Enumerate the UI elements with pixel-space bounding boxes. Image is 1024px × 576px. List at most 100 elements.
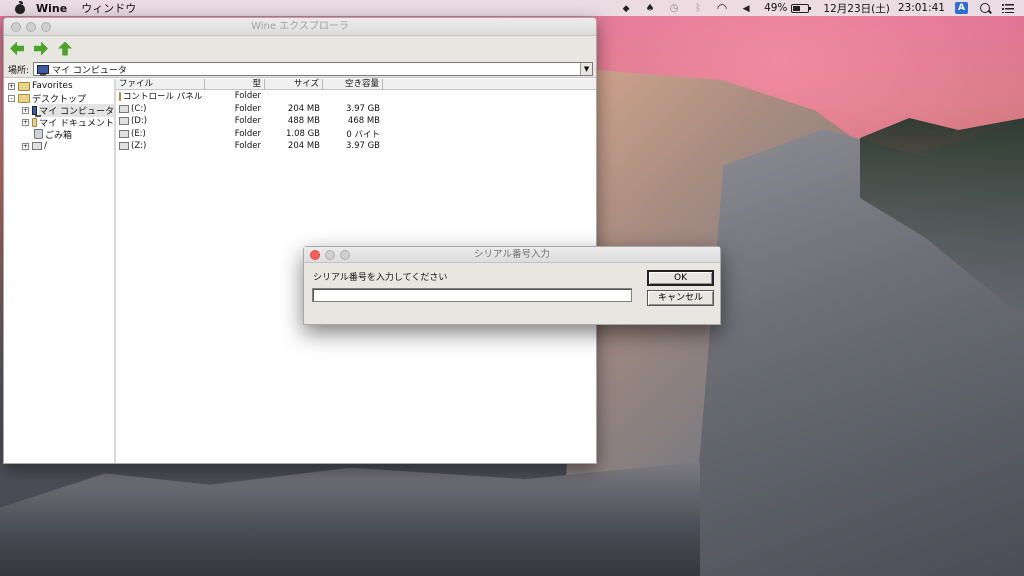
close-button[interactable]: [310, 250, 320, 260]
row-type: Folder: [234, 103, 261, 114]
list-header: ファイル 型 サイズ 空き容量: [116, 79, 596, 90]
trash-icon: [34, 129, 43, 139]
drive-icon: [32, 142, 42, 150]
expand-icon[interactable]: +: [22, 118, 29, 126]
tree-item-trash[interactable]: ごみ箱: [4, 128, 114, 141]
up-arrow-icon[interactable]: [58, 42, 72, 56]
list-row-drive-c[interactable]: (C:) Folder 204 MB 3.97 GB: [116, 103, 596, 116]
expand-icon[interactable]: +: [22, 142, 29, 150]
back-arrow-icon[interactable]: [10, 42, 24, 56]
tree-item-favorites[interactable]: + Favorites: [4, 80, 114, 92]
row-size: 204 MB: [287, 141, 320, 152]
list-cell-name: (C:): [116, 104, 205, 114]
volume-icon[interactable]: [740, 3, 752, 14]
folder-icon: [18, 93, 30, 103]
explorer-title: Wine エクスプローラ: [251, 21, 349, 32]
chevron-down-icon[interactable]: ▼: [580, 63, 593, 75]
minimize-button[interactable]: [325, 250, 335, 260]
time-machine-icon[interactable]: [668, 3, 680, 14]
minimize-button[interactable]: [26, 22, 36, 32]
explorer-titlebar[interactable]: Wine エクスプローラ: [4, 18, 596, 36]
list-cell-name: (D:): [116, 116, 205, 126]
menu-app-name[interactable]: Wine: [36, 2, 67, 15]
apple-menu-icon[interactable]: [14, 1, 26, 14]
notification-center-icon[interactable]: [1002, 3, 1014, 13]
foreground-rocks-shape: [0, 462, 700, 576]
address-combobox[interactable]: マイ コンピュータ ▼: [33, 62, 594, 76]
dialog-title: シリアル番号入力: [474, 249, 550, 260]
row-free: 3.97 GB: [345, 141, 380, 152]
cancel-button[interactable]: キャンセル: [647, 290, 714, 306]
folder-icon: [119, 91, 121, 101]
dialog-titlebar[interactable]: シリアル番号入力: [304, 247, 720, 263]
column-header-type[interactable]: 型: [205, 79, 265, 90]
expand-icon[interactable]: +: [22, 106, 29, 114]
menu-window[interactable]: ウィンドウ: [81, 0, 136, 16]
explorer-toolbar: [4, 36, 596, 61]
dialog-window-controls: [310, 250, 355, 260]
row-type: Folder: [234, 141, 261, 152]
row-free: 3.97 GB: [345, 103, 380, 114]
row-type: Folder: [234, 116, 261, 127]
computer-icon: [37, 64, 50, 76]
battery-percent[interactable]: 49%: [764, 2, 787, 14]
row-size: 1.08 GB: [285, 128, 320, 139]
wifi-icon[interactable]: [716, 3, 728, 14]
menu-clock[interactable]: 23:01:41: [898, 2, 945, 14]
spotlight-search-icon[interactable]: [980, 3, 990, 13]
list-cell-name: (E:): [116, 129, 205, 139]
column-header-free[interactable]: 空き容量: [323, 79, 383, 90]
tree-item-my-documents[interactable]: + マイ ドキュメント: [4, 116, 114, 129]
address-value: マイ コンピュータ: [52, 65, 127, 76]
row-size: 204 MB: [287, 103, 320, 114]
column-header-size[interactable]: サイズ: [265, 79, 323, 90]
drive-icon: [119, 129, 129, 138]
drive-icon: [119, 117, 129, 126]
input-method-icon[interactable]: A: [955, 2, 968, 14]
computer-icon: [32, 105, 42, 117]
tree-item-label: /: [44, 141, 48, 151]
folder-tree: + Favorites - デスクトップ + マイ コンピュータ + マイ ドキ…: [4, 79, 116, 463]
wine-explorer-window: Wine エクスプローラ 場所: マイ コンピュータ ▼ + Favorites…: [3, 17, 597, 464]
row-name: (E:): [131, 128, 146, 139]
tree-item-label: Favorites: [32, 81, 73, 91]
menu-date[interactable]: 12月23日(土): [823, 1, 889, 16]
list-row-drive-e[interactable]: (E:) Folder 1.08 GB 0 バイト: [116, 128, 596, 141]
row-name: (D:): [131, 116, 148, 127]
list-cell-name: (Z:): [116, 141, 205, 151]
forward-arrow-icon[interactable]: [34, 42, 48, 56]
list-row-drive-z[interactable]: (Z:) Folder 204 MB 3.97 GB: [116, 140, 596, 153]
expand-icon[interactable]: +: [8, 82, 15, 90]
zoom-button[interactable]: [41, 22, 51, 32]
serial-number-dialog: シリアル番号入力 シリアル番号を入力してください OK キャンセル: [303, 246, 721, 325]
dropbox-icon[interactable]: [620, 3, 632, 14]
serial-number-input[interactable]: [312, 288, 632, 302]
row-type: Folder: [234, 128, 261, 139]
column-header-name[interactable]: ファイル: [116, 79, 205, 90]
window-controls: [11, 22, 56, 32]
drive-icon: [119, 104, 129, 113]
address-bar: 場所: マイ コンピュータ ▼: [4, 61, 596, 78]
tree-item-desktop[interactable]: - デスクトップ: [4, 92, 114, 105]
evernote-icon[interactable]: [644, 3, 656, 14]
battery-icon[interactable]: [791, 3, 812, 13]
row-free: 468 MB: [347, 116, 380, 127]
close-button[interactable]: [11, 22, 21, 32]
row-type: Folder: [234, 91, 261, 102]
row-free: 0 バイト: [346, 129, 380, 140]
list-row-control-panel[interactable]: コントロール パネル Folder: [116, 90, 596, 103]
tree-item-root[interactable]: + /: [4, 140, 114, 152]
collapse-icon[interactable]: -: [8, 94, 15, 102]
row-name: (C:): [131, 103, 147, 114]
tree-item-label: ごみ箱: [45, 130, 73, 141]
list-cell-name: コントロール パネル: [116, 90, 205, 102]
row-name: (Z:): [131, 141, 147, 152]
zoom-button[interactable]: [340, 250, 350, 260]
bluetooth-icon[interactable]: [692, 3, 704, 14]
list-row-drive-d[interactable]: (D:) Folder 488 MB 468 MB: [116, 115, 596, 128]
tree-item-my-computer[interactable]: + マイ コンピュータ: [4, 103, 114, 117]
folder-icon: [18, 81, 30, 91]
ok-button[interactable]: OK: [647, 270, 714, 286]
dialog-prompt: シリアル番号を入力してください: [313, 273, 448, 283]
row-size: 488 MB: [287, 116, 320, 127]
